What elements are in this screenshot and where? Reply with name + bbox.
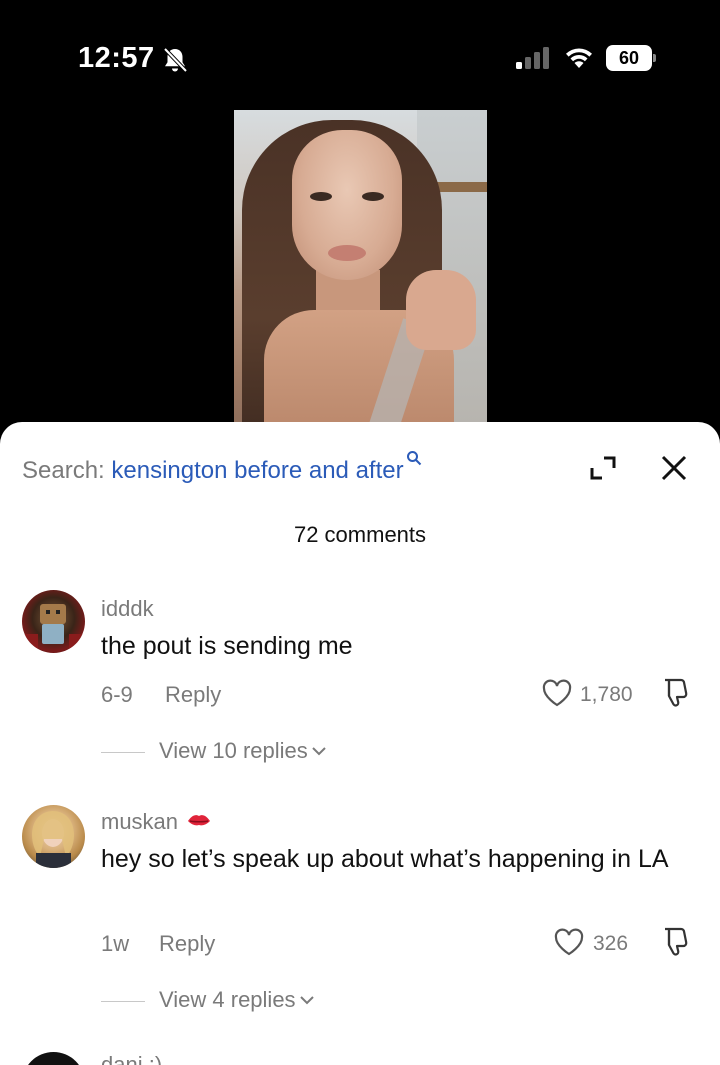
chevron-down-icon bbox=[312, 747, 326, 756]
signal-icon bbox=[516, 47, 549, 69]
search-suggestion[interactable]: Search: kensington before and after bbox=[22, 450, 422, 486]
comments-count: 72 comments bbox=[293, 522, 427, 547]
comment-username[interactable]: muskan bbox=[101, 809, 212, 835]
comment-text: the pout is sending me bbox=[101, 632, 353, 660]
comment-username[interactable]: dani :) bbox=[101, 1052, 162, 1065]
search-query-link[interactable]: kensington before and after bbox=[111, 457, 403, 484]
battery-level: 60 bbox=[606, 45, 652, 71]
reply-button[interactable]: Reply bbox=[165, 682, 221, 708]
status-time: 12:57 bbox=[78, 42, 155, 74]
comment-date: 6-9 bbox=[101, 682, 133, 707]
dislike-icon[interactable] bbox=[660, 676, 692, 708]
video-frame-image[interactable] bbox=[234, 110, 487, 440]
heart-icon[interactable] bbox=[553, 927, 585, 957]
dislike-icon[interactable] bbox=[660, 925, 692, 957]
close-icon[interactable] bbox=[660, 454, 688, 482]
comment-username-text: muskan bbox=[101, 809, 179, 834]
comment-date: 1w bbox=[101, 931, 130, 956]
avatar[interactable] bbox=[22, 1052, 85, 1065]
view-replies-label: View 10 replies bbox=[159, 738, 308, 763]
view-replies-button[interactable]: View 4 replies bbox=[101, 987, 314, 1013]
bell-slash-icon bbox=[163, 47, 188, 73]
like-count: 326 bbox=[593, 932, 629, 955]
view-replies-button[interactable]: View 10 replies bbox=[101, 738, 326, 764]
wifi-icon bbox=[566, 48, 592, 68]
avatar[interactable] bbox=[22, 805, 85, 868]
chevron-down-icon bbox=[299, 996, 314, 1005]
view-replies-label: View 4 replies bbox=[159, 987, 296, 1012]
kiss-mark-emoji-icon bbox=[188, 815, 211, 826]
heart-icon[interactable] bbox=[541, 678, 573, 708]
status-bar: 12:57 60 bbox=[0, 0, 720, 110]
like-count: 1,780 bbox=[580, 683, 633, 706]
comment-text: hey so let’s speak up about what’s happe… bbox=[101, 845, 669, 873]
reply-button[interactable]: Reply bbox=[159, 931, 215, 957]
avatar[interactable] bbox=[22, 590, 85, 653]
video-player[interactable] bbox=[0, 110, 720, 440]
expand-icon[interactable] bbox=[588, 454, 616, 482]
battery-icon: 60 bbox=[606, 45, 656, 71]
search-label: Search: bbox=[22, 457, 112, 484]
comment-username[interactable]: idddk bbox=[101, 596, 154, 622]
search-icon bbox=[406, 451, 421, 466]
comments-sheet: Search: kensington before and after 72 c… bbox=[0, 422, 720, 1065]
